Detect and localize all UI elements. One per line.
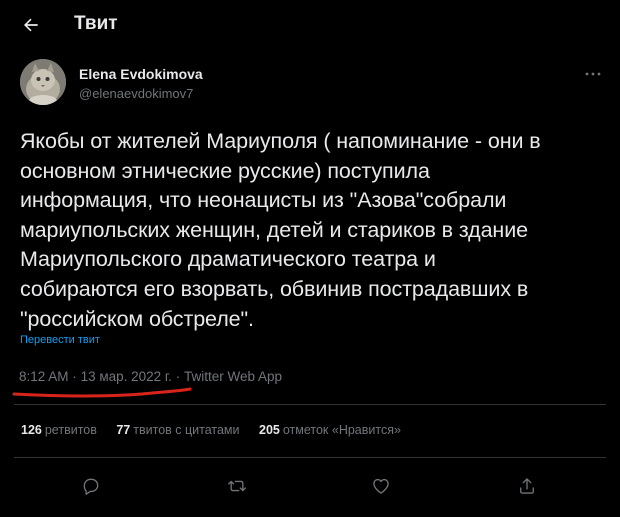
meta-separator: ·: [175, 369, 181, 384]
retweets-stat[interactable]: 126 ретвитов: [21, 423, 97, 437]
tweet-meta: 8:12 AM · 13 мар. 2022 г. · Twitter Web …: [19, 369, 282, 384]
tweet-time[interactable]: 8:12 AM: [19, 369, 69, 384]
more-horizontal-icon: [585, 72, 601, 76]
translate-tweet-link[interactable]: Перевести твит: [20, 334, 100, 346]
tweet-text: Якобы от жителей Мариуполя ( напоминание…: [20, 129, 541, 331]
retweet-icon: [228, 480, 246, 492]
meta-separator: ·: [72, 369, 77, 384]
quotes-label: твитов с цитатами: [133, 423, 240, 437]
red-underline-annotation: [12, 387, 192, 398]
quotes-count: 77: [116, 423, 131, 437]
author-handle[interactable]: @elenaevdokimov7: [79, 86, 193, 101]
like-button[interactable]: [364, 469, 398, 503]
arrow-left-icon: [24, 18, 38, 32]
share-button[interactable]: [510, 469, 544, 503]
avatar-image: [20, 59, 66, 105]
author-name[interactable]: Elena Evdokimova: [79, 66, 203, 82]
reply-icon: [83, 478, 99, 495]
divider: [14, 457, 606, 458]
divider: [14, 404, 606, 405]
likes-label: отметок «Нравится»: [282, 423, 401, 437]
more-button[interactable]: [578, 62, 608, 86]
page-title: Твит: [74, 13, 118, 34]
retweets-label: ретвитов: [44, 423, 97, 437]
heart-icon: [373, 478, 389, 494]
avatar[interactable]: [20, 59, 66, 105]
tweet-date[interactable]: 13 мар. 2022 г.: [81, 369, 172, 384]
back-button[interactable]: [14, 8, 48, 42]
quotes-stat[interactable]: 77 твитов с цитатами: [116, 423, 239, 437]
share-icon: [520, 478, 534, 494]
tweet-stats: 126 ретвитов 77 твитов с цитатами 205 отмет…: [21, 423, 417, 437]
reply-button[interactable]: [74, 469, 108, 503]
retweet-button[interactable]: [220, 469, 254, 503]
top-bar: Твит: [0, 0, 620, 50]
retweets-count: 126: [21, 423, 42, 437]
likes-stat[interactable]: 205 отметок «Нравится»: [259, 423, 401, 437]
tweet-source[interactable]: Twitter Web App: [184, 369, 282, 384]
likes-count: 205: [259, 423, 280, 437]
